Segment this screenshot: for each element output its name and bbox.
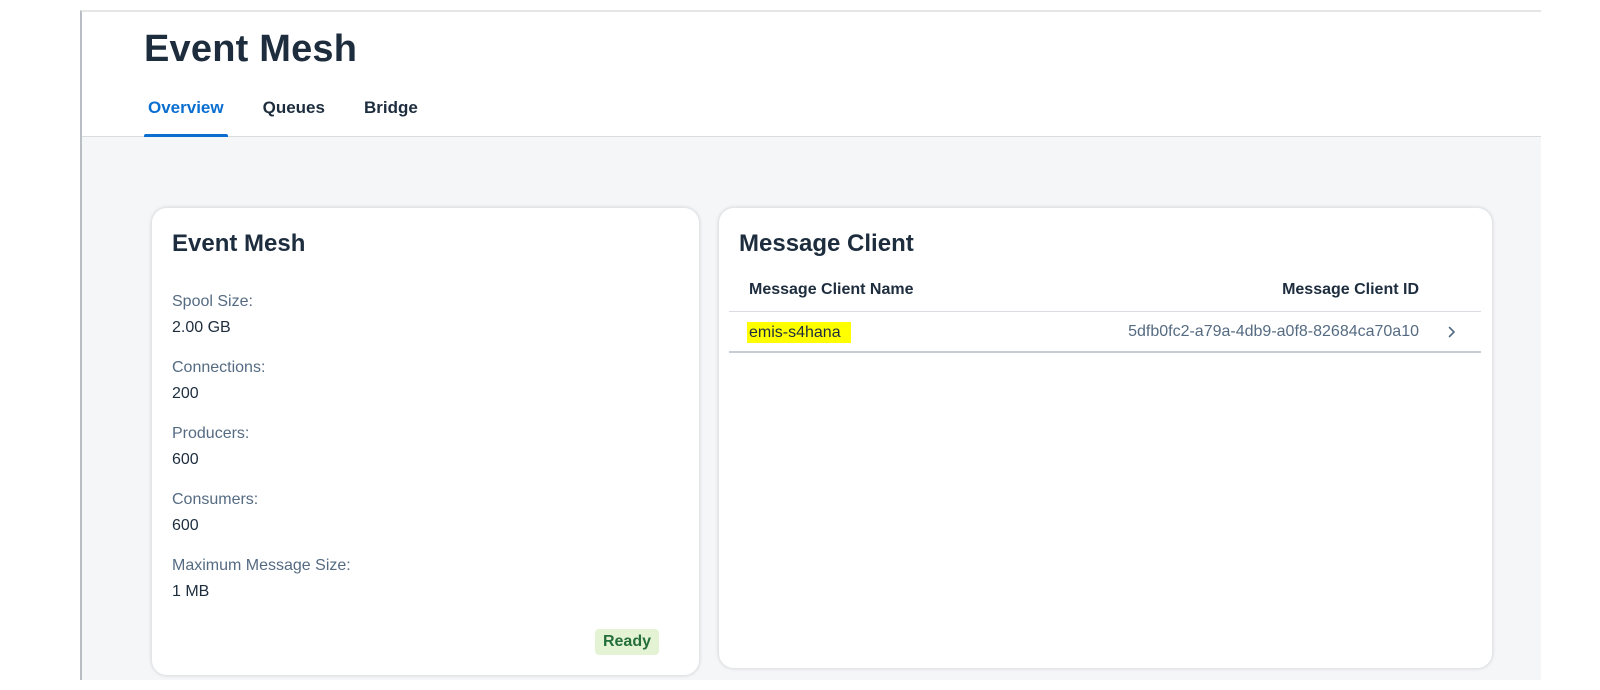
chevron-right-icon[interactable] [1445,322,1459,342]
page-header: Event Mesh Overview Queues Bridge [82,12,1541,137]
page-title: Event Mesh [144,28,358,70]
max-message-size-property: Maximum Message Size: 1 MB [172,556,351,602]
message-client-table: Message Client Name Message Client ID em… [729,274,1481,353]
producers-value: 600 [172,451,199,468]
connections-label: Connections: [172,359,266,376]
spool-size-property: Spool Size: 2.00 GB [172,292,253,338]
consumers-value: 600 [172,517,199,534]
consumers-label: Consumers: [172,491,259,508]
tab-overview[interactable]: Overview [144,96,228,137]
event-mesh-card-title: Event Mesh [172,230,306,257]
app-frame: Event Mesh Overview Queues Bridge Event … [80,10,1541,680]
status-badge: Ready [594,629,659,655]
connections-value: 200 [172,385,199,402]
spool-size-value: 2.00 GB [172,319,231,336]
table-row[interactable]: emis-s4hana 5dfb0fc2-a79a-4db9-a0f8-8268… [729,312,1481,353]
consumers-property: Consumers: 600 [172,490,258,536]
table-header: Message Client Name Message Client ID [729,274,1481,312]
max-message-size-value: 1 MB [172,583,210,600]
producers-property: Producers: 600 [172,424,249,470]
column-header-id: Message Client ID [1282,281,1419,298]
tab-bridge[interactable]: Bridge [360,96,422,137]
event-mesh-card: Event Mesh Spool Size: 2.00 GB Connectio… [151,207,700,676]
spool-size-label: Spool Size: [172,293,253,310]
column-header-name: Message Client Name [749,281,914,298]
tab-queues[interactable]: Queues [259,96,329,137]
connections-property: Connections: 200 [172,358,265,404]
message-client-card: Message Client Message Client Name Messa… [718,207,1493,669]
tab-bar: Overview Queues Bridge [144,96,453,137]
max-message-size-label: Maximum Message Size: [172,557,351,574]
message-client-card-title: Message Client [739,230,914,257]
message-client-id-cell: 5dfb0fc2-a79a-4db9-a0f8-82684ca70a10 [1128,323,1419,340]
message-client-name-cell: emis-s4hana [747,322,851,343]
content-area: Event Mesh Spool Size: 2.00 GB Connectio… [82,137,1541,680]
producers-label: Producers: [172,425,250,442]
